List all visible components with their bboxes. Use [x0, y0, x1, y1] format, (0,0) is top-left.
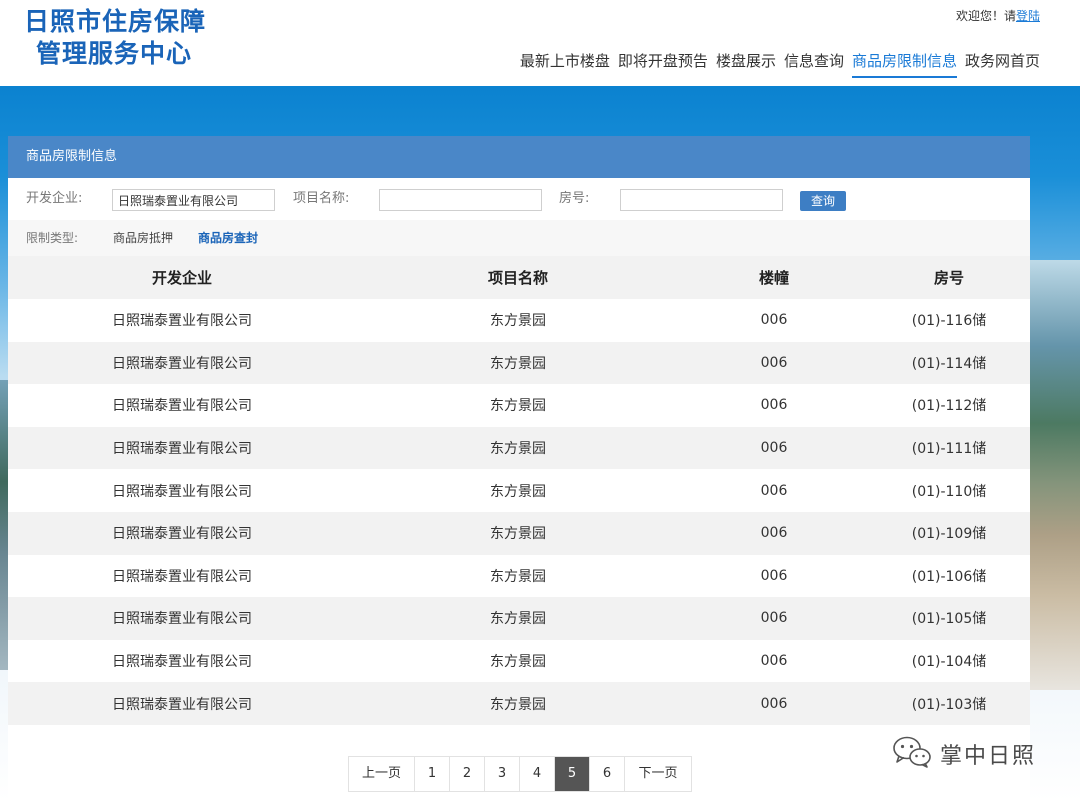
col-header-room[interactable]: 房号 [868, 256, 1030, 299]
nav-upcoming-openings[interactable]: 即将开盘预告 [618, 50, 708, 78]
project-label: 项目名称: [293, 191, 350, 206]
cell-building: 006 [680, 299, 868, 342]
cell-room: (01)-109储 [868, 511, 1030, 555]
welcome-bar: 欢迎您！请登陆 [956, 7, 1040, 24]
cell-developer: 日照瑞泰置业有限公司 [8, 299, 356, 342]
cell-developer: 日照瑞泰置业有限公司 [8, 341, 356, 385]
next-page-button[interactable]: 下一页 [625, 757, 691, 791]
prev-page-button[interactable]: 上一页 [349, 757, 415, 791]
cell-project: 东方景园 [356, 511, 680, 555]
page-button-3[interactable]: 3 [485, 757, 520, 791]
filter-row: 开发企业: 项目名称: 房号: 查询 [8, 178, 1030, 220]
cell-developer: 日照瑞泰置业有限公司 [8, 682, 356, 725]
search-button[interactable]: 查询 [800, 191, 846, 211]
developer-label: 开发企业: [26, 191, 83, 206]
restriction-panel: 商品房限制信息 开发企业: 项目名称: 房号: 查询 限制类型: 商品房抵押 商… [8, 136, 1030, 801]
wechat-icon [892, 735, 932, 773]
cell-project: 东方景园 [356, 597, 680, 640]
cell-room: (01)-114储 [868, 341, 1030, 385]
cell-developer: 日照瑞泰置业有限公司 [8, 639, 356, 683]
cell-building: 006 [680, 384, 868, 427]
table-row[interactable]: 日照瑞泰置业有限公司 东方景园 006 (01)-105储 [8, 597, 1030, 640]
nav-info-query[interactable]: 信息查询 [784, 50, 844, 78]
cell-building: 006 [680, 426, 868, 470]
room-input[interactable] [620, 189, 783, 211]
site-header: 日照市住房保障 管理服务中心 欢迎您！请登陆 最新上市楼盘 即将开盘预告 楼盘展… [0, 0, 1080, 86]
pagination: 上一页 1 2 3 4 5 6 下一页 [348, 756, 692, 792]
option-seizure[interactable]: 商品房查封 [198, 220, 258, 256]
cell-project: 东方景园 [356, 341, 680, 385]
cell-project: 东方景园 [356, 384, 680, 427]
cell-developer: 日照瑞泰置业有限公司 [8, 597, 356, 640]
table-row[interactable]: 日照瑞泰置业有限公司 东方景园 006 (01)-104储 [8, 639, 1030, 683]
table-row[interactable]: 日照瑞泰置业有限公司 东方景园 006 (01)-110储 [8, 469, 1030, 512]
cell-developer: 日照瑞泰置业有限公司 [8, 384, 356, 427]
option-mortgage[interactable]: 商品房抵押 [113, 220, 173, 256]
watermark-text: 掌中日照 [940, 744, 1037, 769]
cell-building: 006 [680, 554, 868, 598]
table-row[interactable]: 日照瑞泰置业有限公司 东方景园 006 (01)-103储 [8, 682, 1030, 725]
cell-building: 006 [680, 469, 868, 512]
main-nav: 最新上市楼盘 即将开盘预告 楼盘展示 信息查询 商品房限制信息 政务网首页 [520, 50, 1040, 78]
cell-room: (01)-103储 [868, 682, 1030, 725]
cell-project: 东方景园 [356, 299, 680, 342]
page-button-1[interactable]: 1 [415, 757, 450, 791]
table-row[interactable]: 日照瑞泰置业有限公司 东方景园 006 (01)-111储 [8, 426, 1030, 470]
login-link[interactable]: 登陆 [1016, 9, 1040, 23]
table-row[interactable]: 日照瑞泰置业有限公司 东方景园 006 (01)-109储 [8, 511, 1030, 555]
welcome-text: 欢迎您！请 [955, 9, 1016, 23]
table-row[interactable]: 日照瑞泰置业有限公司 东方景园 006 (01)-112储 [8, 384, 1030, 427]
cell-building: 006 [680, 639, 868, 683]
cell-project: 东方景园 [356, 469, 680, 512]
cell-project: 东方景园 [356, 426, 680, 470]
cell-room: (01)-105储 [868, 597, 1030, 640]
panel-title: 商品房限制信息 [8, 136, 1030, 178]
nav-property-showcase[interactable]: 楼盘展示 [716, 50, 776, 78]
logo-line2: 管理服务中心 [36, 39, 193, 68]
cell-developer: 日照瑞泰置业有限公司 [8, 426, 356, 470]
page-button-5-current[interactable]: 5 [555, 757, 590, 791]
table-row[interactable]: 日照瑞泰置业有限公司 东方景园 006 (01)-116储 [8, 299, 1030, 342]
developer-input[interactable] [112, 189, 275, 211]
col-header-developer[interactable]: 开发企业 [8, 256, 356, 299]
table-row[interactable]: 日照瑞泰置业有限公司 东方景园 006 (01)-106储 [8, 554, 1030, 598]
col-header-project[interactable]: 项目名称 [356, 256, 680, 299]
cell-building: 006 [680, 341, 868, 385]
logo-line1: 日照市住房保障 [24, 7, 207, 36]
watermark: 掌中日照 [892, 735, 1036, 773]
col-header-building[interactable]: 楼幢 [680, 256, 868, 299]
table-row[interactable]: 日照瑞泰置业有限公司 东方景园 006 (01)-114储 [8, 341, 1030, 385]
page-button-4[interactable]: 4 [520, 757, 555, 791]
cell-building: 006 [680, 597, 868, 640]
cell-room: (01)-116储 [868, 299, 1030, 342]
table-header-row: 开发企业 项目名称 楼幢 房号 [8, 256, 1030, 299]
page-button-6[interactable]: 6 [590, 757, 625, 791]
cell-project: 东方景园 [356, 554, 680, 598]
cell-room: (01)-112储 [868, 384, 1030, 427]
nav-restriction-info[interactable]: 商品房限制信息 [851, 50, 957, 78]
restriction-type-label: 限制类型: [26, 231, 79, 245]
restriction-type-row: 限制类型: 商品房抵押 商品房查封 [8, 220, 1030, 256]
nav-latest-listings[interactable]: 最新上市楼盘 [520, 50, 610, 78]
cell-building: 006 [680, 682, 868, 725]
room-label: 房号: [559, 191, 590, 206]
nav-gov-home[interactable]: 政务网首页 [965, 50, 1040, 78]
cell-building: 006 [680, 511, 868, 555]
cell-developer: 日照瑞泰置业有限公司 [8, 511, 356, 555]
cell-room: (01)-111储 [868, 426, 1030, 470]
restriction-table: 开发企业 项目名称 楼幢 房号 日照瑞泰置业有限公司 东方景园 006 (01)… [8, 256, 1030, 725]
cell-developer: 日照瑞泰置业有限公司 [8, 554, 356, 598]
site-logo[interactable]: 日照市住房保障 管理服务中心 [24, 6, 206, 70]
cell-room: (01)-104储 [868, 639, 1030, 683]
cell-room: (01)-106储 [868, 554, 1030, 598]
project-input[interactable] [379, 189, 542, 211]
cell-project: 东方景园 [356, 639, 680, 683]
cell-project: 东方景园 [356, 682, 680, 725]
cell-developer: 日照瑞泰置业有限公司 [8, 469, 356, 512]
page-button-2[interactable]: 2 [450, 757, 485, 791]
cell-room: (01)-110储 [868, 469, 1030, 512]
city-photo-right [1024, 260, 1080, 690]
